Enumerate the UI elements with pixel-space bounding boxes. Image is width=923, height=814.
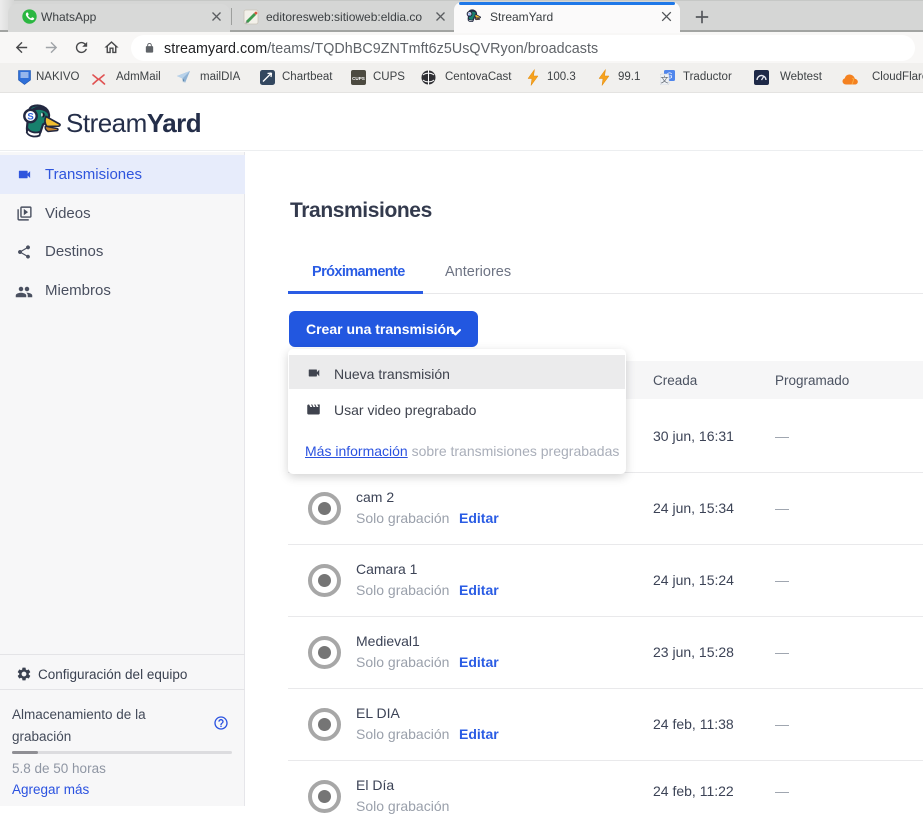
svg-text:文: 文 <box>661 75 669 85</box>
svg-text:CUPS: CUPS <box>352 76 365 81</box>
svg-text:S: S <box>468 11 471 16</box>
svg-text:S: S <box>27 112 33 123</box>
